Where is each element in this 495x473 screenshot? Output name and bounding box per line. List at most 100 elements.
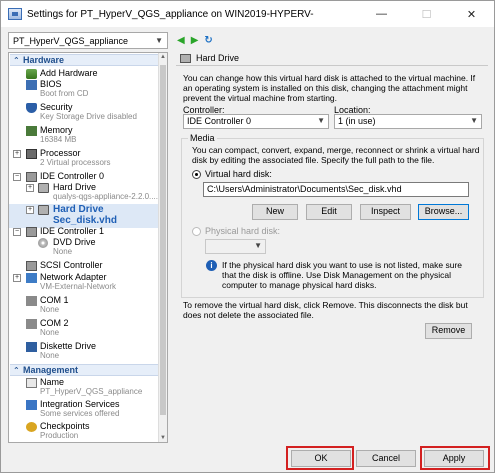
name-icon <box>26 378 37 388</box>
inspect-button[interactable]: Inspect <box>360 204 411 220</box>
collapse-caret-icon: ⌃ <box>13 56 20 65</box>
info-icon: i <box>206 260 217 271</box>
tree-item-diskette-drive[interactable]: Diskette Drive None <box>9 341 159 363</box>
chevron-down-icon: ▼ <box>317 116 325 125</box>
panel-title: Hard Drive <box>196 53 240 63</box>
window-title: Settings for PT_HyperV_QGS_appliance on … <box>27 8 314 20</box>
tree-item-hard-drive-2[interactable]: + Hard Drive Sec_disk.vhd <box>9 204 159 228</box>
location-dropdown[interactable]: 1 (in use) ▼ <box>334 114 482 129</box>
management-section-header[interactable]: ⌃ Management <box>10 364 159 376</box>
scroll-down-icon[interactable]: ▼ <box>159 435 167 441</box>
tree-item-com2[interactable]: COM 2 None <box>9 318 159 340</box>
ide-controller-icon <box>26 172 37 182</box>
expand-plus-icon[interactable]: + <box>13 274 21 282</box>
tree-item-sub: Key Storage Drive disabled <box>40 112 137 121</box>
remove-button[interactable]: Remove <box>425 323 472 339</box>
tree-item-label: SCSI Controller <box>40 260 103 270</box>
tree-item-label: IDE Controller 0 <box>40 171 105 181</box>
tree-scrollbar[interactable]: ▲ ▼ <box>158 53 167 442</box>
tree-item-sub: Boot from CD <box>40 89 89 98</box>
dvd-drive-icon <box>38 238 48 248</box>
tree-item-network-adapter[interactable]: + Network Adapter VM-External-Network <box>9 272 159 294</box>
media-group-title: Media <box>188 133 217 143</box>
tree-item-label: Add Hardware <box>40 68 98 78</box>
expand-plus-icon[interactable]: + <box>26 184 34 192</box>
hardware-section-header[interactable]: ⌃ Hardware <box>10 54 159 66</box>
tree-item-name[interactable]: Name PT_HyperV_QGS_appliance <box>9 377 159 399</box>
tree-item-sub: VM-External-Network <box>40 282 117 291</box>
browse-button[interactable]: Browse... <box>418 204 469 220</box>
hard-drive-icon <box>38 183 49 193</box>
physical-disk-dropdown[interactable]: ▼ <box>205 239 266 254</box>
chevron-down-icon: ▼ <box>470 116 478 125</box>
tree-item-sub: Production <box>40 431 79 440</box>
tree-item-label: Network Adapter <box>40 272 107 282</box>
hard-drive-icon <box>38 205 49 215</box>
physical-hard-disk-radio[interactable] <box>192 227 201 236</box>
settings-tree: ⌃ Hardware Add Hardware BIOS Boot from C… <box>8 52 168 443</box>
vm-selector-dropdown[interactable]: PT_HyperV_QGS_appliance ▼ <box>8 32 168 49</box>
collapse-minus-icon[interactable]: − <box>13 228 21 236</box>
forward-arrow-icon[interactable]: ▶ <box>191 35 199 46</box>
controller-value: IDE Controller 0 <box>187 116 252 126</box>
tree-item-bios[interactable]: BIOS Boot from CD <box>9 79 159 101</box>
location-value: 1 (in use) <box>338 116 376 126</box>
tree-item-label: BIOS <box>40 79 62 89</box>
tree-item-security[interactable]: Security Key Storage Drive disabled <box>9 102 159 124</box>
chevron-down-icon: ▼ <box>254 241 262 250</box>
expand-plus-icon[interactable]: + <box>13 150 21 158</box>
title-bar: Settings for PT_HyperV_QGS_appliance on … <box>1 1 494 27</box>
minimize-button[interactable]: — <box>359 1 404 27</box>
tree-item-sub: 16384 MB <box>40 135 77 144</box>
refresh-icon[interactable]: ↻ <box>204 35 212 46</box>
panel-header: Hard Drive <box>176 52 488 66</box>
physical-disk-info-text: If the physical hard disk you want to us… <box>222 260 463 290</box>
tree-item-integration-services[interactable]: Integration Services Some services offer… <box>9 399 159 421</box>
tree-item-label: Security <box>40 102 73 112</box>
vhd-path-field[interactable]: C:\Users\Administrator\Documents\Sec_dis… <box>203 182 469 197</box>
tree-item-scsi-controller[interactable]: SCSI Controller <box>9 260 159 272</box>
remove-description: To remove the virtual hard disk, click R… <box>183 300 468 320</box>
ide-controller-icon <box>26 227 37 237</box>
virtual-hard-disk-label: Virtual hard disk: <box>205 169 272 179</box>
physical-hard-disk-label: Physical hard disk: <box>205 226 281 236</box>
scroll-up-icon[interactable]: ▲ <box>159 54 167 60</box>
tree-item-sub: PT_HyperV_QGS_appliance <box>40 387 143 396</box>
tree-item-label: Processor <box>40 148 81 158</box>
cancel-button[interactable]: Cancel <box>356 450 416 467</box>
expand-plus-icon[interactable]: + <box>26 206 34 214</box>
tree-item-hard-drive-1[interactable]: + Hard Drive qualys-qgs-appliance-2.2.0.… <box>9 182 159 204</box>
new-button[interactable]: New <box>252 204 298 220</box>
tree-item-sub: Sec_disk.vhd <box>53 215 117 226</box>
tree-item-sub: None <box>40 305 60 314</box>
tree-item-com1[interactable]: COM 1 None <box>9 295 159 317</box>
collapse-caret-icon: ⌃ <box>13 366 20 375</box>
intro-text: You can change how this virtual hard dis… <box>183 73 476 103</box>
tree-item-memory[interactable]: Memory 16384 MB <box>9 125 159 147</box>
tree-item-sub: qualys-qgs-appliance-2.2.0.... <box>53 192 158 201</box>
add-hardware-icon <box>26 69 37 79</box>
collapse-minus-icon[interactable]: − <box>13 173 21 181</box>
ok-highlight-box <box>286 446 354 470</box>
hardware-header-label: Hardware <box>23 55 65 65</box>
virtual-hard-disk-radio[interactable] <box>192 170 201 179</box>
scrollbar-thumb[interactable] <box>160 65 166 415</box>
tree-item-checkpoints[interactable]: Checkpoints Production <box>9 421 159 442</box>
integration-services-icon <box>26 400 37 410</box>
tree-item-processor[interactable]: + Processor 2 Virtual processors <box>9 148 159 170</box>
tree-item-dvd-drive[interactable]: DVD Drive None <box>9 237 159 259</box>
close-button[interactable]: ✕ <box>449 1 494 27</box>
maximize-button[interactable]: ☐ <box>404 1 449 27</box>
network-adapter-icon <box>26 273 37 283</box>
com-port-icon <box>26 296 37 306</box>
memory-icon <box>26 126 37 136</box>
tree-item-label: IDE Controller 1 <box>40 226 105 236</box>
tree-item-label: Name <box>40 377 65 387</box>
controller-dropdown[interactable]: IDE Controller 0 ▼ <box>183 114 329 129</box>
vm-selector-value: PT_HyperV_QGS_appliance <box>13 36 129 46</box>
window-controls: — ☐ ✕ <box>359 1 494 27</box>
diskette-icon <box>26 342 37 352</box>
back-arrow-icon[interactable]: ◀ <box>177 35 185 46</box>
edit-button[interactable]: Edit <box>306 204 352 220</box>
tree-item-label: Diskette Drive <box>40 341 97 351</box>
